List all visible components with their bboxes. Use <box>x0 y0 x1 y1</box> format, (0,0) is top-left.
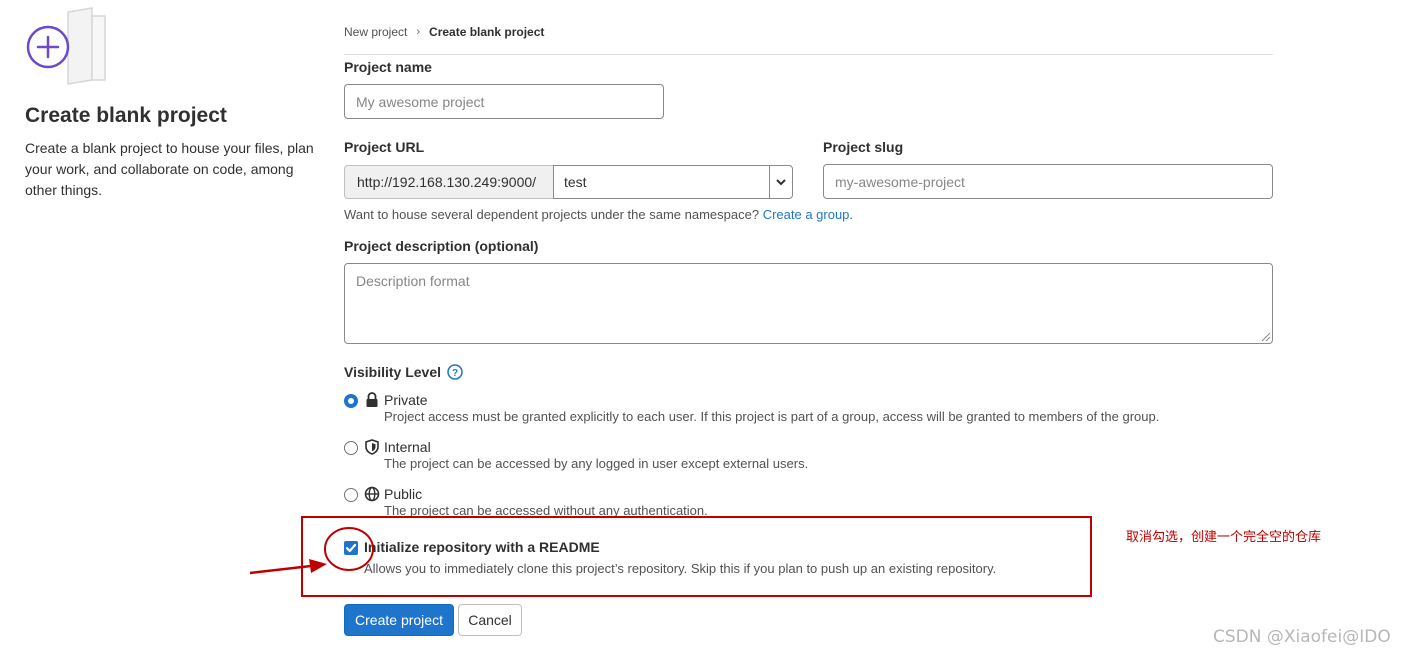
page-description: Create a blank project to house your fil… <box>25 140 314 198</box>
create-project-button[interactable]: Create project <box>344 604 454 636</box>
globe-icon <box>364 486 380 502</box>
lock-icon <box>366 392 378 407</box>
visibility-public-radio[interactable] <box>344 488 358 502</box>
annotation-note: 取消勾选，创建一个完全空的仓库 <box>1126 530 1322 545</box>
visibility-public-label[interactable]: Public <box>384 486 422 502</box>
visibility-private-description: Project access must be granted explicitl… <box>384 409 1160 424</box>
project-description-textarea[interactable]: Description format <box>344 263 1273 344</box>
namespace-value: test <box>564 174 587 190</box>
namespace-help-text: Want to house several dependent projects… <box>344 207 853 222</box>
create-group-link[interactable]: Create a group. <box>763 207 853 222</box>
project-slug-input[interactable]: my-awesome-project <box>823 164 1273 199</box>
annotation-highlight-box <box>301 516 1092 597</box>
chevron-down-icon[interactable] <box>769 166 792 198</box>
project-name-placeholder: My awesome project <box>356 93 485 110</box>
project-name-label: Project name <box>344 59 432 75</box>
namespace-help-sentence: Want to house several dependent projects… <box>344 207 760 222</box>
svg-text:?: ? <box>452 368 458 379</box>
project-slug-label: Project slug <box>823 139 904 155</box>
namespace-select[interactable]: test <box>553 165 793 199</box>
visibility-private-label[interactable]: Private <box>384 392 428 408</box>
visibility-level-text: Visibility Level <box>344 364 442 380</box>
project-url-prefix: http://192.168.130.249:9000/ <box>344 165 553 199</box>
annotation-arrow-icon <box>249 527 374 575</box>
breadcrumb-create-blank-project[interactable]: Create blank project <box>429 25 544 39</box>
blank-project-illustration <box>24 6 108 88</box>
project-name-input[interactable]: My awesome project <box>344 84 664 119</box>
shield-icon <box>365 439 379 455</box>
chevron-right-icon: › <box>416 26 421 38</box>
watermark: CSDN @Xiaofei@IDO <box>1213 627 1391 647</box>
resize-handle-icon[interactable] <box>1259 330 1271 342</box>
visibility-internal-label[interactable]: Internal <box>384 439 431 455</box>
question-circle-icon[interactable]: ? <box>447 364 463 380</box>
breadcrumb: New project › Create blank project <box>344 24 544 40</box>
visibility-private-radio[interactable] <box>344 394 358 408</box>
visibility-internal-radio[interactable] <box>344 441 358 455</box>
project-description-placeholder: Description format <box>356 273 470 289</box>
project-description-label: Project description (optional) <box>344 238 539 254</box>
project-slug-placeholder: my-awesome-project <box>835 173 965 190</box>
breadcrumb-new-project[interactable]: New project <box>344 25 407 39</box>
project-url-label: Project URL <box>344 139 425 155</box>
cancel-button[interactable]: Cancel <box>458 604 522 636</box>
visibility-internal-description: The project can be accessed by any logge… <box>384 456 809 471</box>
page-title: Create blank project <box>25 104 227 127</box>
visibility-level-label: Visibility Level ? <box>344 364 463 380</box>
breadcrumb-divider <box>344 54 1273 55</box>
